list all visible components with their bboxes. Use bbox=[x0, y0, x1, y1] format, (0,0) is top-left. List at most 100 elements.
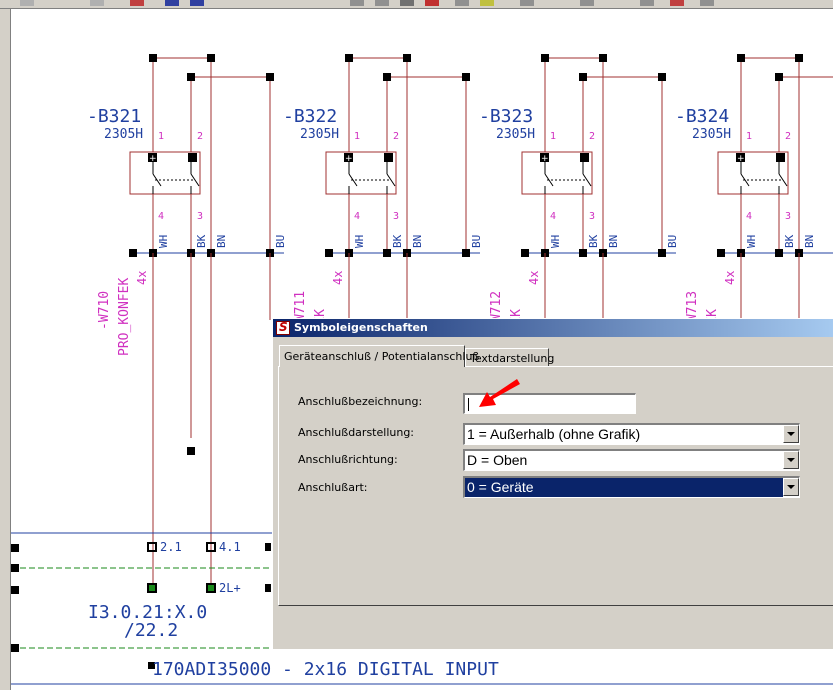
connection-display-select[interactable]: 1 = Außerhalb (ohne Grafik) bbox=[463, 423, 800, 445]
cable-node[interactable] bbox=[717, 249, 725, 257]
cable-tag[interactable]: -W710 bbox=[97, 291, 112, 330]
cable-node[interactable] bbox=[325, 249, 333, 257]
toolbar-bars-icon[interactable] bbox=[640, 0, 654, 6]
tab-device-connection[interactable]: Geräteanschluß / Potentialanschluß bbox=[279, 345, 479, 367]
terminal-label: 4.1 bbox=[219, 540, 241, 554]
cable-node[interactable] bbox=[579, 249, 587, 257]
rail-marker bbox=[11, 544, 19, 552]
toolbar-delete-icon[interactable] bbox=[130, 0, 144, 6]
device-tag[interactable]: -B321 bbox=[87, 106, 141, 127]
terminal-label: 2L+ bbox=[219, 581, 241, 595]
connection-point[interactable] bbox=[775, 73, 783, 81]
connection-point[interactable] bbox=[599, 54, 607, 62]
pin-label: 2 bbox=[197, 131, 203, 142]
connection-display-value: 1 = Außerhalb (ohne Grafik) bbox=[467, 426, 641, 442]
chevron-down-icon[interactable] bbox=[783, 478, 799, 496]
device-tag[interactable]: -B323 bbox=[479, 106, 533, 127]
connection-point[interactable] bbox=[266, 73, 274, 81]
symbol-properties-dialog: Symboleigenschaften Geräteanschluß / Pot… bbox=[272, 318, 833, 649]
cable-type: PRO_KONFEK bbox=[117, 278, 132, 356]
rail-marker bbox=[11, 644, 19, 652]
toolbar-table-icon[interactable] bbox=[375, 0, 389, 6]
cable-node[interactable] bbox=[775, 249, 783, 257]
connection-point[interactable] bbox=[658, 73, 666, 81]
cable-node[interactable] bbox=[383, 249, 391, 257]
cable-node[interactable] bbox=[129, 249, 137, 257]
wire-color-label: BU bbox=[666, 235, 679, 248]
terminal[interactable] bbox=[147, 542, 157, 552]
pin-marker bbox=[776, 153, 785, 162]
toolbar-save-icon[interactable] bbox=[165, 0, 179, 6]
terminal[interactable] bbox=[265, 584, 271, 592]
toolbar-link-icon[interactable] bbox=[520, 0, 534, 6]
toolbar-zoom-icon[interactable] bbox=[455, 0, 469, 6]
toolbar-flag-icon[interactable] bbox=[425, 0, 439, 6]
cable-node[interactable] bbox=[462, 249, 470, 257]
toolbar-print-icon[interactable] bbox=[190, 0, 204, 6]
toolbar bbox=[0, 0, 833, 9]
toolbar-cut-icon[interactable] bbox=[90, 0, 104, 6]
cable-cores: 4x bbox=[723, 271, 737, 285]
connection-point[interactable] bbox=[541, 54, 549, 62]
connection-point[interactable] bbox=[383, 73, 391, 81]
wire-color-label: BU bbox=[274, 235, 287, 248]
rail-marker bbox=[11, 586, 19, 594]
connection-point[interactable] bbox=[579, 73, 587, 81]
connection-point[interactable] bbox=[403, 54, 411, 62]
connection-direction-label: Anschlußrichtung: bbox=[298, 453, 398, 466]
connection-direction-value: D = Oben bbox=[467, 452, 528, 468]
connection-direction-select[interactable]: D = Oben bbox=[463, 449, 800, 471]
connection-point[interactable] bbox=[345, 54, 353, 62]
connection-point[interactable] bbox=[462, 73, 470, 81]
connection-type-select[interactable]: 0 = Geräte bbox=[463, 476, 800, 498]
wire-color-label: BK bbox=[783, 234, 796, 248]
chevron-down-icon[interactable] bbox=[783, 425, 799, 443]
cable-cores: 4x bbox=[527, 271, 541, 285]
terminal[interactable] bbox=[206, 583, 216, 593]
toolbar-arrow-icon[interactable] bbox=[580, 0, 594, 6]
connection-point[interactable] bbox=[207, 54, 215, 62]
toolbar-chart-icon[interactable] bbox=[400, 0, 414, 6]
wire-color-label: BN bbox=[803, 235, 816, 248]
pin-label: 1 bbox=[550, 131, 556, 142]
cable-node[interactable] bbox=[521, 249, 529, 257]
pin-label: 4 bbox=[158, 211, 164, 222]
wire-color-label: WH bbox=[549, 235, 562, 248]
module-title: 170ADI35000 - 2x16 DIGITAL INPUT bbox=[152, 659, 499, 680]
connection-type-label: Anschlußart: bbox=[298, 481, 368, 494]
terminal[interactable] bbox=[265, 543, 271, 551]
device-tag[interactable]: -B324 bbox=[675, 106, 729, 127]
connection-point[interactable] bbox=[187, 73, 195, 81]
wire-color-label: BN bbox=[411, 235, 424, 248]
wire-color-label: BK bbox=[587, 234, 600, 248]
toolbar-pencil-icon[interactable] bbox=[480, 0, 494, 6]
wire-color-label: BK bbox=[391, 234, 404, 248]
terminal[interactable] bbox=[147, 583, 157, 593]
connection-point[interactable] bbox=[149, 54, 157, 62]
toolbar-window-icon[interactable] bbox=[700, 0, 714, 6]
wire-color-label: WH bbox=[745, 235, 758, 248]
pin-label: 3 bbox=[785, 211, 791, 222]
dialog-title: Symboleigenschaften bbox=[294, 321, 428, 334]
device-type: 2305H bbox=[300, 127, 339, 142]
cable-node[interactable] bbox=[658, 249, 666, 257]
toolbar-stop-icon[interactable] bbox=[670, 0, 684, 6]
app-icon bbox=[276, 320, 290, 335]
io-address-sub: /22.2 bbox=[124, 620, 178, 641]
red-arrow-annotation-icon bbox=[479, 379, 520, 407]
wire-color-label: BU bbox=[470, 235, 483, 248]
connection-point[interactable] bbox=[737, 54, 745, 62]
device-type: 2305H bbox=[692, 127, 731, 142]
text-caret bbox=[468, 398, 469, 411]
chevron-down-icon[interactable] bbox=[783, 451, 799, 469]
pin-label: 3 bbox=[589, 211, 595, 222]
toolbar-open-icon[interactable] bbox=[20, 0, 34, 6]
cable-cores: 4x bbox=[331, 271, 345, 285]
dialog-titlebar[interactable]: Symboleigenschaften bbox=[273, 319, 833, 337]
wire-color-label: WH bbox=[157, 235, 170, 248]
device-tag[interactable]: -B322 bbox=[283, 106, 337, 127]
toolbar-grid-icon[interactable] bbox=[350, 0, 364, 6]
connection-point[interactable] bbox=[795, 54, 803, 62]
pin-marker bbox=[188, 153, 197, 162]
device-type: 2305H bbox=[104, 127, 143, 142]
